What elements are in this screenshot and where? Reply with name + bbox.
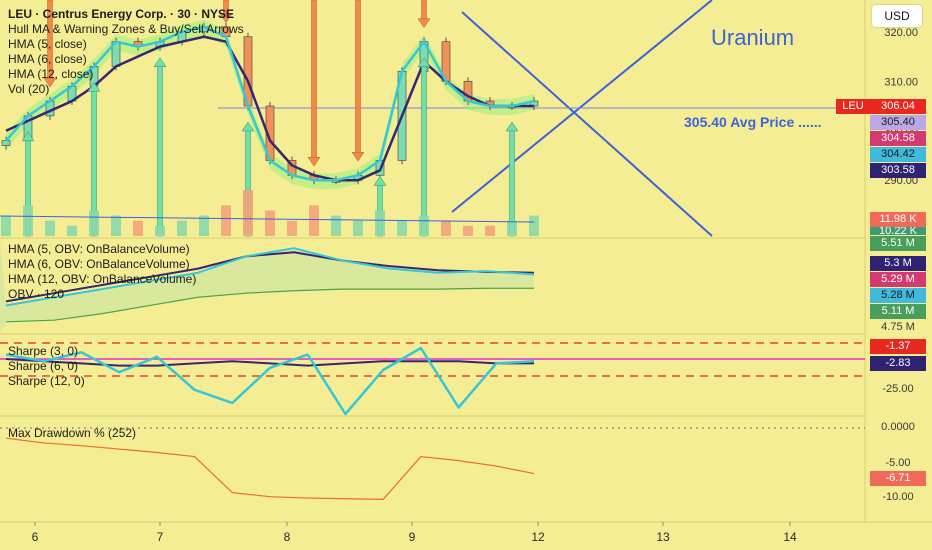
- sell-arrow-shaft: [421, 0, 427, 20]
- drawdown-tick-0: 0.0000: [881, 421, 915, 433]
- drawdown-tick-2: -10.00: [882, 491, 914, 503]
- x-axis-tick: 13: [656, 530, 670, 544]
- obv-legend: HMA (5, OBV: OnBalanceVolume) HMA (6, OB…: [8, 242, 196, 302]
- drawdown-line: [5, 437, 535, 500]
- x-axis-tick: 9: [409, 530, 416, 544]
- obv-legend-hma12[interactable]: HMA (12, OBV: OnBalanceVolume): [8, 272, 196, 287]
- obv-badge-2: 5.3 M: [870, 256, 926, 271]
- volume-bar: [67, 225, 77, 236]
- sharpe-legend-3[interactable]: Sharpe (3, 0): [8, 344, 85, 359]
- chart-title[interactable]: LEU · Centrus Energy Corp. · 30 · NYSE: [8, 7, 244, 22]
- volume-bar: [397, 220, 407, 236]
- last-price-badge: 306.04: [870, 99, 926, 114]
- obv-legend-hma5[interactable]: HMA (5, OBV: OnBalanceVolume): [8, 242, 196, 257]
- volume-bar: [485, 225, 495, 236]
- chart-stage: 290.00300.00310.00320.006789121314 Urani…: [0, 0, 932, 550]
- sell-arrow-shaft: [311, 0, 317, 159]
- sell-arrow-head: [417, 18, 431, 29]
- volume-bar: [441, 220, 451, 236]
- volume-ma-badge: 10.22 K: [870, 227, 926, 235]
- price-legend: LEU · Centrus Energy Corp. · 30 · NYSE H…: [8, 7, 244, 97]
- volume-bar: [177, 220, 187, 236]
- volume-bar: [265, 210, 275, 236]
- currency-button[interactable]: USD: [872, 5, 922, 27]
- hma-badge-3: 303.58: [870, 163, 926, 178]
- volume-bar: [353, 220, 363, 236]
- sharpe-legend-12[interactable]: Sharpe (12, 0): [8, 374, 85, 389]
- candle-body: [1, 140, 11, 146]
- sharpe-legend: Sharpe (3, 0) Sharpe (6, 0) Sharpe (12, …: [8, 344, 85, 389]
- indicator-hma5[interactable]: HMA (5, close): [8, 37, 244, 52]
- sharpe-badge-1: -1.37: [870, 339, 926, 354]
- hma-badge-2: 304.42: [870, 147, 926, 162]
- drawdown-legend-label[interactable]: Max Drawdown % (252): [8, 426, 136, 441]
- volume-bar: [133, 220, 143, 236]
- sell-arrow-head: [307, 156, 321, 167]
- uranium-annotation: Uranium: [711, 25, 794, 50]
- trendline-down: [461, 11, 713, 237]
- sharpe-pane: [5, 346, 535, 416]
- volume-bar: [463, 225, 473, 236]
- volume-pane: [0, 190, 539, 236]
- volume-bar: [507, 220, 517, 236]
- avg-price-annotation: 305.40 Avg Price ......: [684, 114, 821, 130]
- sharpe-legend-6[interactable]: Sharpe (6, 0): [8, 359, 85, 374]
- obv-badge-4: 5.28 M: [870, 288, 926, 303]
- buy-arrow-head: [505, 121, 519, 132]
- volume-bar: [419, 215, 429, 236]
- drawdown-badge: -6.71: [870, 471, 926, 486]
- drawdown-legend: Max Drawdown % (252): [8, 426, 136, 441]
- sharpe3-line: [5, 346, 535, 416]
- volume-bar: [1, 215, 11, 236]
- x-axis-tick: 14: [783, 530, 797, 544]
- sell-arrow-head: [351, 152, 365, 162]
- buy-arrow-shaft: [421, 65, 427, 237]
- obv-legend-hma6[interactable]: HMA (6, OBV: OnBalanceVolume): [8, 257, 196, 272]
- sell-arrow-shaft: [355, 0, 361, 154]
- x-axis-tick: 7: [157, 530, 164, 544]
- volume-bar: [331, 215, 341, 236]
- symbol-badge: LEU: [836, 99, 870, 114]
- price-axis-tick: 310.00: [884, 76, 918, 88]
- buy-arrow-head: [373, 175, 387, 186]
- hma-badge-1: 304.58: [870, 131, 926, 146]
- x-axis-tick: 12: [531, 530, 545, 544]
- indicator-hma12[interactable]: HMA (12, close): [8, 67, 244, 82]
- volume-bar: [243, 190, 253, 236]
- volume-bar: [111, 215, 121, 236]
- volume-bar: [309, 205, 319, 236]
- obv-badge-3: 5.29 M: [870, 272, 926, 287]
- buy-arrow-shaft: [509, 129, 515, 237]
- indicator-hull-ma[interactable]: Hull MA & Warning Zones & Buy/Sell Arrow…: [8, 22, 244, 37]
- indicator-hma6[interactable]: HMA (6, close): [8, 52, 244, 67]
- drawdown-tick-1: -5.00: [885, 457, 911, 469]
- volume-bar: [155, 225, 165, 236]
- x-axis-tick: 8: [284, 530, 291, 544]
- volume-bar: [23, 205, 33, 236]
- obv-badge-1: 5.51 M: [870, 236, 926, 251]
- volume-bar: [529, 215, 539, 236]
- volume-bar: [45, 220, 55, 236]
- x-axis-tick: 6: [32, 530, 39, 544]
- volume-badge: 11.98 K: [870, 212, 926, 227]
- volume-bar: [89, 210, 99, 236]
- drawdown-pane: [5, 437, 535, 500]
- volume-bar: [375, 210, 385, 236]
- obv-scale-label: 4.75 M: [881, 321, 915, 333]
- sharpe-badge-2: -2.83: [870, 356, 926, 371]
- obv-badge-5: 5.11 M: [870, 304, 926, 319]
- price-axis-tick: 320.00: [884, 27, 918, 39]
- avg-price-badge: 305.40: [870, 115, 926, 130]
- obv-legend-obv[interactable]: OBV · 120: [8, 287, 196, 302]
- sharpe12-line: [5, 358, 534, 367]
- volume-bar: [221, 205, 231, 236]
- indicator-volume[interactable]: Vol (20): [8, 82, 244, 97]
- sharpe-scale-label: -25.00: [882, 383, 914, 395]
- volume-bar: [287, 220, 297, 236]
